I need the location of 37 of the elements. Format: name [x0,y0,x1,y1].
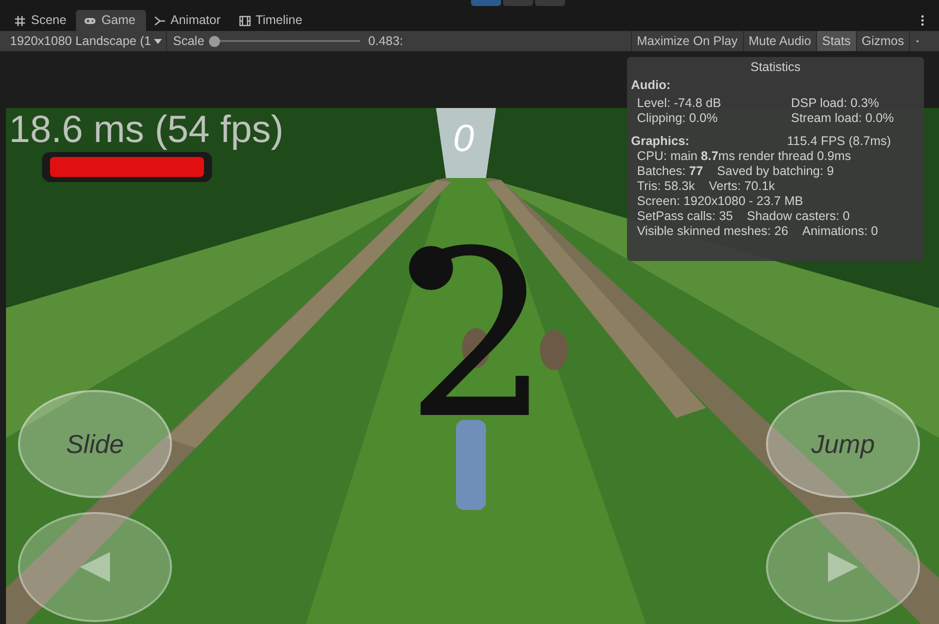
panel-title: Statistics [749,60,802,75]
stat-text: Batches: 77 [637,164,704,179]
stat-text: CPU: main 8.7ms render thread 0.9ms [637,149,851,164]
toolbar-button[interactable] [471,0,501,6]
slide-button[interactable]: Slide [18,390,172,498]
jump-button[interactable]: Jump [766,390,920,498]
fps-reading: 115.4 FPS (8.7ms) [787,134,892,149]
score-text: 0 [453,120,474,158]
stat-text: Visible skinned meshes: 26 [637,224,788,239]
caret-icon [154,38,162,44]
scale-value: 0.483: [368,32,404,50]
stat-text: DSP load: 0.3% [791,96,880,111]
stat-text: Verts: 70.1k [708,179,775,194]
frame-time-text: 18.6 ms (54 fps) [9,108,284,153]
branch-icon [154,14,166,26]
stat-text: Tris: 58.3k [637,179,695,194]
resolution-dropdown[interactable]: 1920x1080 Landscape (1 [6,31,167,51]
section-heading: Audio: [631,78,671,93]
toggle-button[interactable]: Stats [816,31,856,51]
stat-text: Shadow casters: 0 [746,209,850,224]
tab[interactable]: Game [76,10,146,31]
slider-thumb[interactable] [209,36,220,46]
hash-icon [14,14,26,26]
stat-text: Stream load: 0.0% [791,111,894,126]
stat-text: SetPass calls: 35 [637,209,733,224]
tab[interactable]: Animator [146,10,231,31]
section-heading: Graphics: [631,134,690,149]
scale-label: Scale [173,32,204,50]
stat-text: Screen: 1920x1080 - 23.7 MB [637,194,804,209]
menu-icon[interactable] [920,15,924,26]
stat-text: Saved by batching: 9 [717,164,834,179]
tab[interactable]: Scene [6,10,76,31]
stat-text: Clipping: 0.0% [637,111,719,126]
stat-text: Level: -74.8 dB [637,96,722,111]
film-icon [238,14,251,26]
stat-text: Animations: 0 [802,224,878,239]
tab[interactable]: Timeline [230,10,312,31]
